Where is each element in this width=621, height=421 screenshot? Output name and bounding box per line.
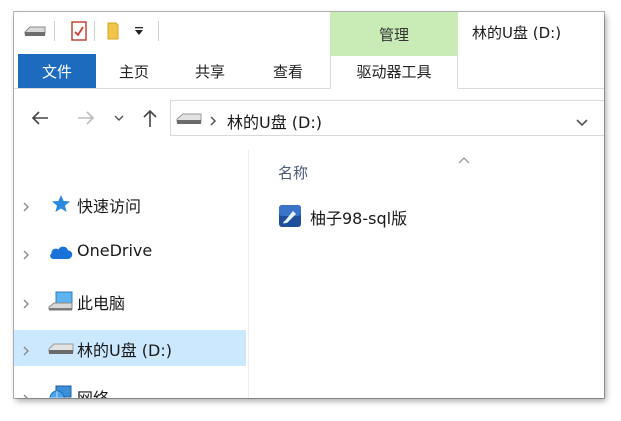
folder-icon[interactable]	[102, 20, 124, 42]
address-path[interactable]: 林的U盘 (D:)	[227, 109, 322, 133]
sidebar-item-label: 网络	[77, 385, 109, 398]
separator	[158, 21, 159, 41]
sidebar-item-label: 此电脑	[77, 294, 126, 313]
shortcut-app-icon	[278, 204, 302, 228]
arrow-left-icon[interactable]	[28, 106, 52, 130]
expand-chevron-icon[interactable]	[22, 246, 30, 260]
tab-share[interactable]: 共享	[180, 54, 240, 88]
ribbon-tabs: 文件 主页 共享 查看 驱动器工具	[14, 54, 604, 89]
sidebar-item-label: 林的U盘 (D:)	[77, 341, 172, 360]
address-dropdown-icon[interactable]	[575, 113, 591, 127]
sidebar-item-label: 快速访问	[77, 197, 142, 216]
dropdown-icon[interactable]	[130, 20, 148, 42]
chevron-right-icon[interactable]	[209, 112, 219, 126]
expand-chevron-icon[interactable]	[22, 342, 30, 356]
window-title: 林的U盘 (D:)	[472, 24, 562, 42]
file-list: 名称 柚子98-sql版	[250, 150, 604, 398]
tab-file[interactable]: 文件	[18, 54, 96, 88]
sidebar-item-this-pc[interactable]: 此电脑	[14, 283, 246, 319]
sort-ascending-icon	[457, 150, 471, 164]
navigation-pane: 快速访问 OneDrive 此电脑 林的U盘 (D:)	[14, 150, 248, 398]
sidebar-item-label: OneDrive	[77, 241, 153, 260]
sidebar-item-onedrive[interactable]: OneDrive	[14, 234, 246, 270]
tab-home[interactable]: 主页	[104, 54, 164, 88]
usb-drive-icon	[48, 336, 74, 360]
navigation-bar: 林的U盘 (D:)	[14, 92, 604, 144]
title-bar: 管理 林的U盘 (D:)	[14, 12, 604, 56]
tab-view[interactable]: 查看	[258, 54, 318, 88]
expand-chevron-icon[interactable]	[22, 295, 30, 309]
expand-chevron-icon[interactable]	[22, 198, 30, 212]
explorer-window: 管理 林的U盘 (D:) 文件 主页 共享 查看 驱动器工具 林的U盘 (D:)…	[14, 12, 604, 398]
separator	[94, 21, 95, 41]
tab-drive-tools[interactable]: 驱动器工具	[330, 54, 458, 89]
address-bar[interactable]: 林的U盘 (D:)	[170, 100, 604, 136]
cloud-icon	[48, 240, 74, 264]
sidebar-item-quick-access[interactable]: 快速访问	[14, 186, 246, 222]
chevron-down-icon[interactable]	[112, 106, 126, 130]
column-header-name[interactable]: 名称	[278, 162, 308, 183]
computer-icon	[48, 289, 74, 313]
arrow-right-icon[interactable]	[74, 106, 98, 130]
properties-icon[interactable]	[68, 20, 90, 42]
network-icon	[48, 384, 74, 398]
manage-group-label: 管理	[330, 12, 458, 56]
sidebar-item-network[interactable]: 网络	[14, 378, 246, 398]
usb-drive-icon	[175, 109, 205, 129]
separator	[54, 21, 55, 41]
list-item[interactable]: 柚子98-sql版	[278, 202, 438, 230]
file-name: 柚子98-sql版	[310, 209, 408, 228]
sidebar-item-usb-drive[interactable]: 林的U盘 (D:)	[14, 330, 246, 366]
pane-divider[interactable]	[248, 150, 249, 398]
star-icon	[48, 192, 74, 216]
drive-icon[interactable]	[22, 20, 48, 42]
expand-chevron-icon[interactable]	[22, 390, 30, 398]
arrow-up-icon[interactable]	[138, 106, 162, 130]
